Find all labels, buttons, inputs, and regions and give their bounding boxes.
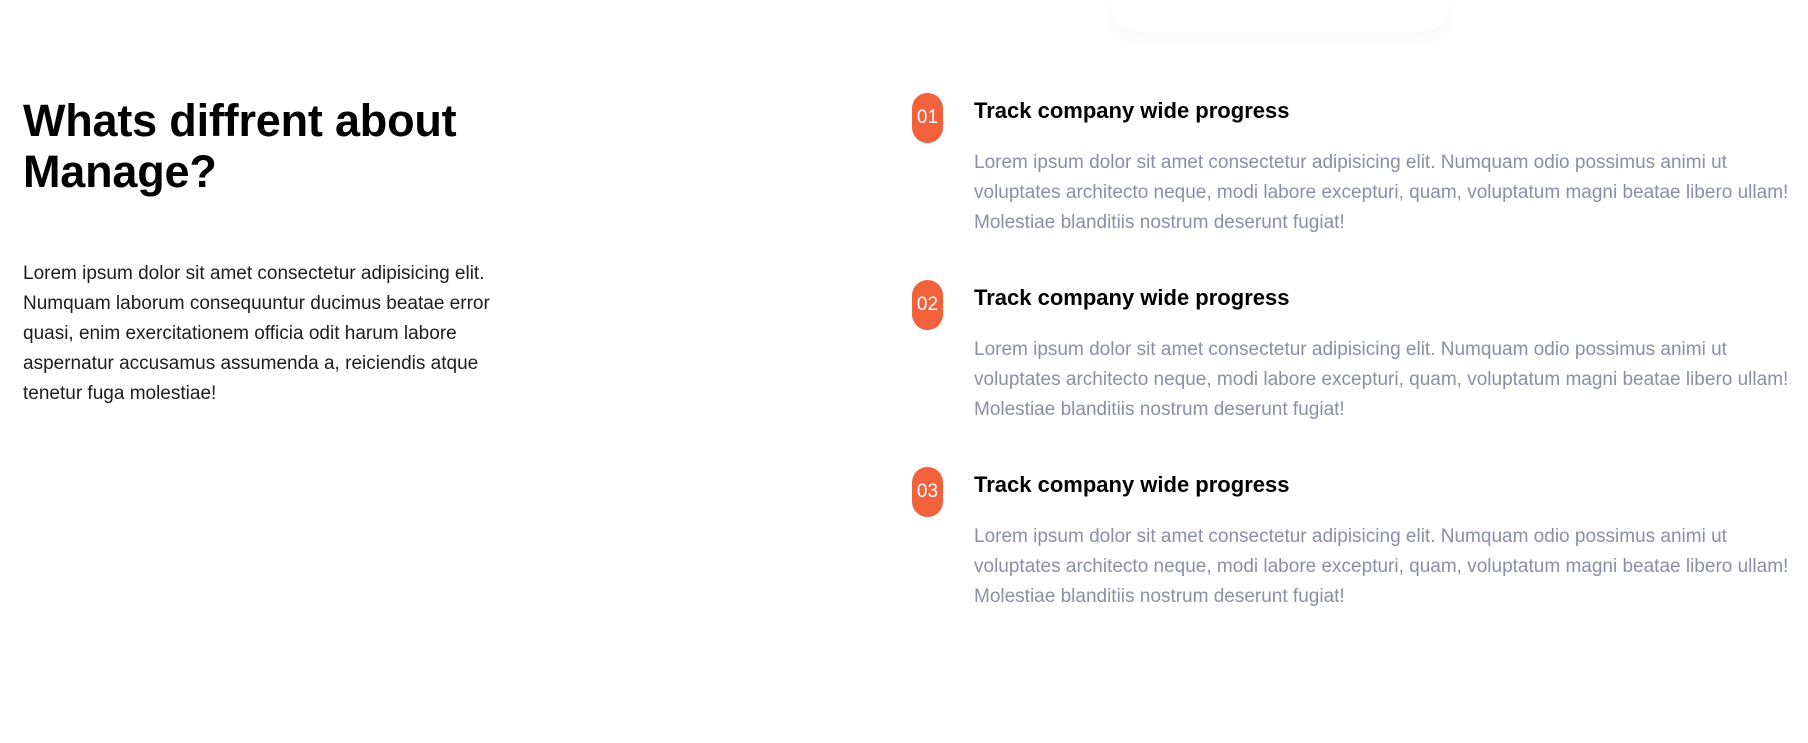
feature-item: 03 Track company wide progress Lorem ips… [912, 467, 1792, 654]
feature-item: 01 Track company wide progress Lorem ips… [912, 93, 1792, 280]
section-intro-text: Lorem ipsum dolor sit amet consectetur a… [23, 263, 490, 404]
feature-title: Track company wide progress [974, 285, 1290, 310]
feature-description: Lorem ipsum dolor sit amet consectetur a… [974, 339, 1789, 420]
features-section: Whats diffrent about Manage? Lorem ipsum… [0, 0, 1808, 743]
feature-number-badge: 01 [912, 93, 943, 143]
header-card-shadow [1110, 0, 1450, 32]
feature-title: Track company wide progress [974, 472, 1290, 497]
feature-description: Lorem ipsum dolor sit amet consectetur a… [974, 152, 1789, 233]
feature-item: 02 Track company wide progress Lorem ips… [912, 280, 1792, 467]
section-intro: Whats diffrent about Manage? Lorem ipsum… [23, 95, 543, 409]
feature-number-badge: 02 [912, 280, 943, 330]
feature-number-badge: 03 [912, 467, 943, 517]
feature-description: Lorem ipsum dolor sit amet consectetur a… [974, 526, 1789, 607]
feature-title: Track company wide progress [974, 98, 1290, 123]
section-title: Whats diffrent about Manage? [23, 95, 457, 197]
feature-list: 01 Track company wide progress Lorem ips… [912, 93, 1792, 654]
